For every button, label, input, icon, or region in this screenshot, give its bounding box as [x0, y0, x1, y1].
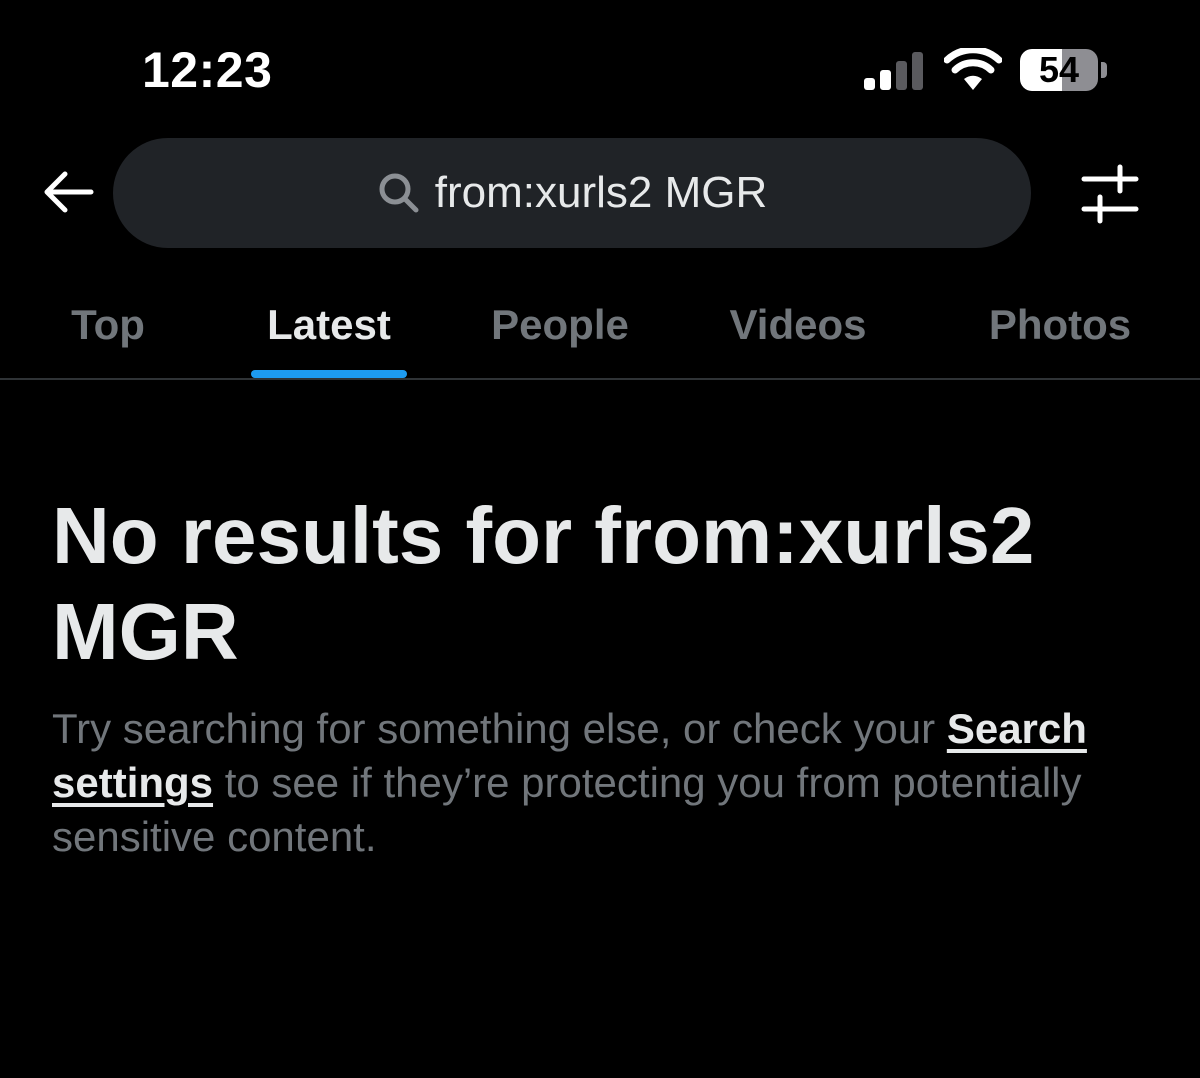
- tab-videos[interactable]: Videos: [708, 270, 888, 379]
- back-button[interactable]: [36, 160, 100, 224]
- search-input[interactable]: from:xurls2 MGR: [113, 138, 1031, 248]
- battery-level: 54: [1038, 49, 1080, 90]
- status-time: 12:23: [142, 42, 273, 98]
- status-bar: 12:23 54: [0, 0, 1200, 130]
- active-tab-indicator: [251, 370, 407, 378]
- tab-latest[interactable]: Latest: [251, 270, 407, 379]
- tabs-divider: [0, 378, 1200, 380]
- back-arrow-icon: [44, 171, 94, 213]
- wifi-icon: [944, 48, 1002, 90]
- battery-icon: 54: [1020, 49, 1098, 91]
- message-text-before: Try searching for something else, or che…: [52, 705, 947, 752]
- search-tabs: Top Latest People Videos Photos: [0, 270, 1200, 379]
- tab-photos[interactable]: Photos: [968, 270, 1152, 379]
- no-results-title: No results for from:xurls2 MGR: [52, 491, 1035, 676]
- tab-people[interactable]: People: [470, 270, 650, 379]
- sliders-icon: [1081, 164, 1139, 224]
- search-filters-button[interactable]: [1076, 162, 1144, 226]
- tab-top[interactable]: Top: [30, 270, 186, 379]
- search-query-text: from:xurls2 MGR: [434, 168, 768, 217]
- no-results-message: Try searching for something else, or che…: [52, 702, 1152, 864]
- battery-cap: [1101, 62, 1107, 78]
- search-icon: [377, 171, 421, 215]
- signal-icon: [864, 52, 923, 90]
